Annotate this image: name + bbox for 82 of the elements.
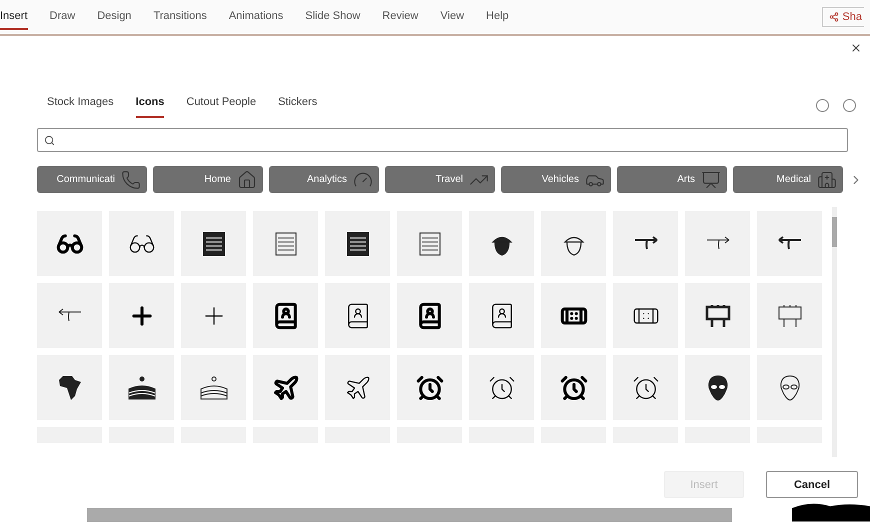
icon-tile[interactable] [757,211,822,276]
share-icon [829,12,840,22]
category-button[interactable]: Communicati [37,166,147,193]
smiley-icon[interactable] [816,98,829,112]
icon-tile[interactable] [541,211,606,276]
icon-tile[interactable] [757,355,822,420]
icon-tile[interactable] [541,283,606,348]
ribbon-tab[interactable]: Animations [228,4,284,30]
icon-tile[interactable] [181,283,246,348]
search-icon [44,134,55,146]
icon-tile[interactable] [469,211,534,276]
landscape-icon [198,374,228,400]
hospital-icon [817,170,837,190]
search-field[interactable] [37,128,848,152]
icon-tile[interactable] [109,211,174,276]
ribbon-tab[interactable]: Draw [50,4,76,30]
icon-tile[interactable] [325,211,390,276]
ribbon-tab[interactable]: Design [97,4,132,30]
house-icon [237,170,257,190]
icon-tile[interactable] [469,355,534,420]
alarm-clock-icon [560,374,588,402]
africa-map-icon [56,374,82,402]
icon-tile[interactable] [253,355,318,420]
icon-tile[interactable] [613,283,678,348]
icon-tile[interactable] [109,355,174,420]
frown-icon[interactable] [843,98,856,112]
icon-tile[interactable] [37,211,102,276]
ribbon-tab[interactable]: Slide Show [305,4,360,30]
ribbon-tab[interactable]: View [440,4,464,30]
phone-icon [121,170,141,190]
category-button[interactable]: Vehicles [501,166,611,193]
icon-tile[interactable] [181,355,246,420]
ribbon-tab[interactable]: Transitions [153,4,207,30]
ribbon-tab[interactable]: Review [382,4,418,30]
icon-tile[interactable] [613,211,678,276]
category-button[interactable]: Analytics [269,166,379,193]
dialog-button[interactable]: Cancel [766,471,858,498]
icon-tile[interactable] [37,283,102,348]
icon-tile[interactable] [37,355,102,420]
icon-tile[interactable] [541,355,606,420]
icon-tile[interactable] [685,283,750,348]
share-button[interactable]: Sha [822,7,864,27]
scrollbar-thumb[interactable] [832,217,837,247]
airplane-icon [272,374,300,402]
icon-tile[interactable] [397,355,462,420]
ribbon-tab[interactable]: Help [486,4,509,30]
icon-tile[interactable] [685,211,750,276]
abacus-icon [200,230,226,256]
ribbon-tab[interactable]: Insert [0,4,28,30]
dialog-tab[interactable]: Cutout People [186,92,256,118]
alien-icon [706,374,730,402]
billboard-icon [704,302,732,328]
dialog-tab[interactable]: Stock Images [47,92,114,118]
category-button[interactable]: Home [153,166,263,193]
billboard-icon [776,302,804,328]
scrollbar[interactable] [832,207,837,457]
icon-tile[interactable] [325,355,390,420]
icon-tile[interactable] [109,283,174,348]
dialog-tab[interactable]: Stickers [278,92,318,118]
dialog-tab[interactable]: Icons [136,92,164,118]
icon-tile[interactable] [685,355,750,420]
category-button[interactable]: Medical [733,166,843,193]
alarm-clock-icon [416,374,444,402]
icon-tile[interactable] [397,211,462,276]
category-button[interactable]: Travel [385,166,495,193]
abacus-icon [344,230,370,256]
landscape-icon [126,374,156,400]
icon-tile[interactable] [613,355,678,420]
share-label: Sha [842,11,862,23]
abacus-icon [272,230,298,256]
icon-tile[interactable] [181,211,246,276]
icon-tile[interactable] [325,283,390,348]
alien-icon [778,374,802,402]
abacus-icon [416,230,442,256]
icon-tile[interactable] [397,283,462,348]
icon-tile[interactable] [253,211,318,276]
easel-icon [701,170,721,190]
icon-tile[interactable] [469,283,534,348]
close-icon[interactable] [850,42,862,54]
icon-tile[interactable] [253,283,318,348]
icon-tile[interactable] [757,283,822,348]
category-button[interactable]: Arts [617,166,727,193]
